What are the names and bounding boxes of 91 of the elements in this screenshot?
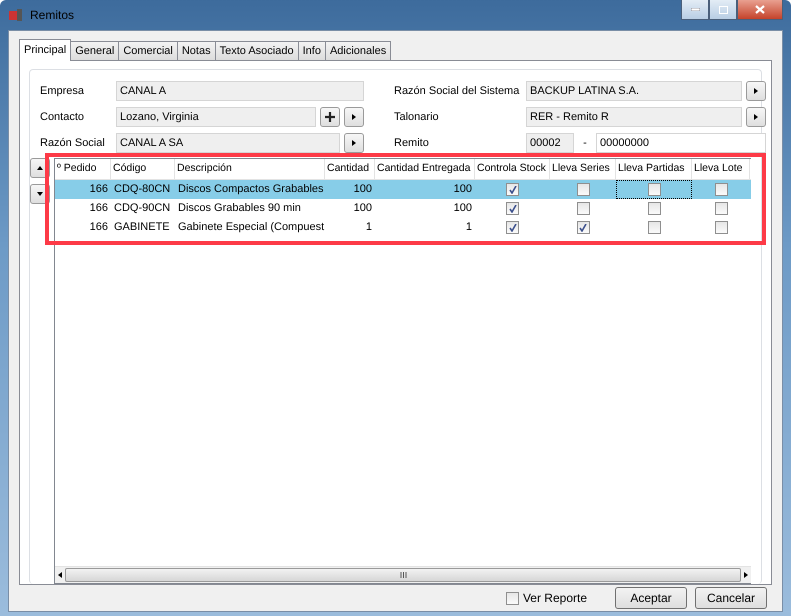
- tab[interactable]: Texto Asociado: [214, 41, 299, 61]
- table-cell-text: 1: [464, 220, 473, 235]
- tab[interactable]: Comercial: [118, 41, 178, 61]
- maximize-icon: [718, 6, 728, 14]
- scrollbar-thumb[interactable]: [65, 568, 741, 582]
- checkbox-label: Ver Reporte: [522, 591, 587, 605]
- select-button[interactable]: [746, 107, 766, 127]
- close-button[interactable]: [737, 0, 783, 20]
- checkmark-icon: [508, 224, 516, 232]
- table-cell-text: 166: [88, 182, 109, 197]
- maximize-button[interactable]: [709, 0, 737, 20]
- checkbox[interactable]: [506, 221, 519, 234]
- right-arrow-icon: [753, 114, 759, 120]
- input-field[interactable]: BACKUP LATINA S.A.: [526, 81, 742, 101]
- column-header[interactable]: Descripción: [175, 159, 325, 179]
- input-field[interactable]: 00000000: [596, 133, 766, 153]
- checkbox[interactable]: [506, 592, 519, 604]
- input-field[interactable]: CANAL A SA: [116, 133, 340, 153]
- checkbox[interactable]: [506, 202, 519, 215]
- dialog-button[interactable]: Aceptar: [615, 587, 687, 609]
- horizontal-scrollbar[interactable]: [55, 566, 751, 583]
- field-label: Razón Social del Sistema: [394, 85, 520, 97]
- table-cell-text: 1: [364, 220, 373, 235]
- checkbox[interactable]: [714, 202, 728, 215]
- app-icon: [8, 7, 24, 23]
- dialog-button[interactable]: Cancelar: [695, 587, 767, 609]
- checkmark-icon: [508, 204, 516, 212]
- down-arrow-icon: [37, 191, 43, 197]
- column-header[interactable]: Lleva Lote: [692, 159, 750, 179]
- tab[interactable]: Adicionales: [324, 41, 392, 61]
- checkbox[interactable]: [576, 221, 590, 234]
- table-cell-text: 100: [452, 182, 473, 197]
- right-arrow-icon: [743, 572, 749, 578]
- input-field[interactable]: RER - Remito R: [526, 107, 742, 127]
- tab[interactable]: General: [70, 41, 120, 61]
- separator-text: -: [582, 137, 588, 149]
- minimize-icon: [690, 8, 700, 11]
- field-label: Contacto: [40, 111, 86, 123]
- table-cell-text: 166: [88, 201, 109, 216]
- table-cell-text: 100: [352, 201, 373, 216]
- field-label: Remito: [394, 137, 430, 149]
- table-cell-text: 100: [452, 201, 473, 216]
- tab[interactable]: Notas: [176, 41, 216, 61]
- up-arrow-icon: [37, 165, 43, 171]
- add-button[interactable]: [320, 107, 340, 127]
- left-arrow-icon: [57, 572, 63, 578]
- column-header[interactable]: Controla Stock: [475, 159, 550, 179]
- column-header[interactable]: º Pedido: [55, 159, 111, 179]
- select-button[interactable]: [344, 107, 364, 127]
- column-header[interactable]: Código: [111, 159, 175, 179]
- checkbox[interactable]: [576, 202, 590, 215]
- table-cell-text: Discos Compactos Grabables: [177, 182, 325, 197]
- input-field[interactable]: Lozano, Virginia: [116, 107, 316, 127]
- tab[interactable]: Info: [298, 41, 326, 61]
- checkmark-icon: [508, 186, 516, 194]
- column-header[interactable]: Cantidad: [325, 159, 375, 179]
- table-cell-text: 100: [352, 182, 373, 197]
- checkbox[interactable]: [648, 183, 660, 196]
- select-button[interactable]: [344, 133, 364, 153]
- field-label: Talonario: [394, 111, 440, 123]
- checkbox[interactable]: [714, 221, 728, 234]
- window-title: Remitos: [30, 8, 74, 22]
- tab[interactable]: Principal: [19, 39, 72, 61]
- checkbox[interactable]: [714, 183, 728, 196]
- checkbox[interactable]: [648, 221, 660, 234]
- input-field[interactable]: CANAL A: [116, 81, 364, 101]
- table-cell-text: Discos Grabables 90 min: [177, 201, 302, 216]
- minimize-button[interactable]: [681, 0, 709, 20]
- table-cell-text: Gabinete Especial (Compuest: [177, 220, 325, 235]
- right-arrow-icon: [351, 114, 357, 120]
- checkbox[interactable]: [506, 183, 519, 196]
- table-cell-text: CDQ-90CN: [113, 201, 172, 216]
- select-button[interactable]: [746, 81, 766, 101]
- plus-icon: [325, 112, 335, 122]
- table-cell-text: GABINETE: [113, 220, 171, 235]
- grip-icon: [400, 572, 406, 578]
- checkbox[interactable]: [648, 202, 660, 215]
- table-row[interactable]: 166 CDQ-80CN Discos Compactos Grabables 100 100: [55, 180, 751, 199]
- checkmark-icon: [579, 224, 587, 232]
- right-arrow-icon: [753, 88, 759, 94]
- field-label: Razón Social: [40, 137, 106, 149]
- right-arrow-icon: [351, 140, 357, 146]
- table-cell-text: 166: [88, 220, 109, 235]
- table-cell-text: CDQ-80CN: [113, 182, 172, 197]
- input-field[interactable]: 00002: [526, 133, 574, 153]
- column-header[interactable]: Lleva Series: [550, 159, 616, 179]
- close-icon: [755, 5, 765, 14]
- column-header[interactable]: Lleva Partidas: [616, 159, 692, 179]
- column-header[interactable]: Cantidad Entregada: [375, 159, 475, 179]
- field-label: Empresa: [40, 85, 86, 97]
- checkbox[interactable]: [576, 183, 590, 196]
